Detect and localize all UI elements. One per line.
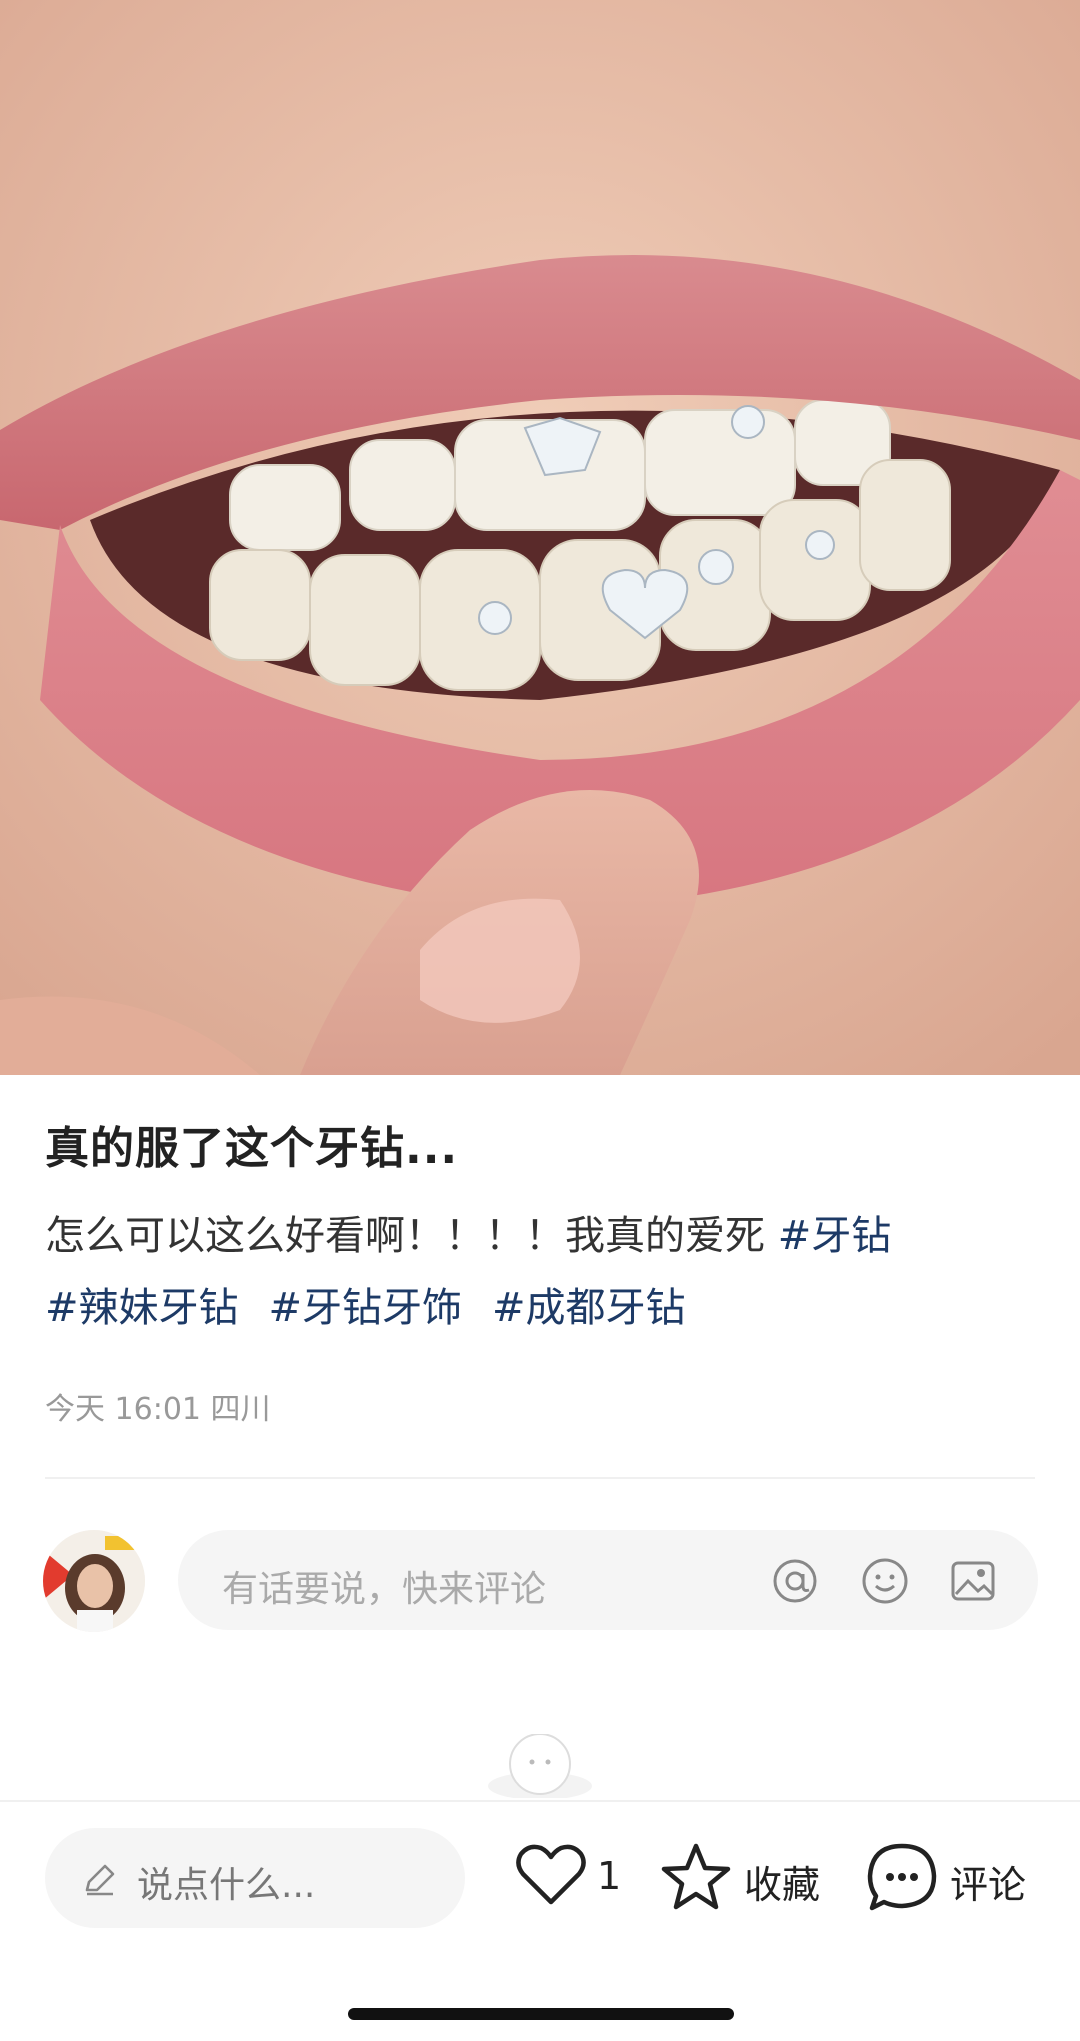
teeth-gem-photo (0, 0, 1080, 1075)
at-icon[interactable] (770, 1556, 820, 1606)
avatar-image (43, 1530, 145, 1632)
hashtag[interactable]: #成都牙钻 (492, 1285, 686, 1331)
bottom-action-bar: 说点什么... 1 收藏 评论 (0, 1800, 1080, 2041)
hashtag[interactable]: #辣妹牙钻 (45, 1285, 239, 1331)
comment-placeholder: 有话要说，快来评论 (222, 1569, 547, 1610)
loading-more-icon (488, 1734, 592, 1798)
divider (45, 1477, 1035, 1479)
hashtag[interactable]: #牙钻牙饰 (269, 1285, 463, 1331)
comment-label: 评论 (950, 1863, 1027, 1907)
like-count: 1 (597, 1854, 622, 1898)
image-icon[interactable] (948, 1556, 998, 1606)
post-image[interactable] (0, 0, 1080, 1075)
heart-icon (516, 1844, 586, 1905)
like-button[interactable]: 1 (515, 1842, 621, 1914)
say-something-input[interactable]: 说点什么... (45, 1828, 465, 1928)
say-placeholder: 说点什么... (137, 1865, 316, 1906)
hashtag[interactable]: #牙钻 (778, 1213, 892, 1259)
post-body-text: 怎么可以这么好看啊！！！！我真的爱死 (45, 1213, 765, 1259)
comment-bubble-icon (867, 1843, 937, 1911)
comment-button[interactable]: 评论 (866, 1842, 1046, 1914)
pencil-icon (85, 1864, 115, 1896)
comment-input[interactable]: 有话要说，快来评论 (178, 1530, 1038, 1630)
home-indicator[interactable] (348, 2008, 734, 2020)
collect-label: 收藏 (744, 1863, 821, 1907)
collect-button[interactable]: 收藏 (660, 1842, 830, 1914)
post-title: 真的服了这个牙钻... (45, 1123, 459, 1174)
post-body: 怎么可以这么好看啊！！！！我真的爱死 #牙钻 #辣妹牙钻 #牙钻牙饰 #成都牙钻 (45, 1200, 1045, 1344)
post-detail-page: 真的服了这个牙钻... 怎么可以这么好看啊！！！！我真的爱死 #牙钻 #辣妹牙钻… (0, 0, 1080, 2041)
post-meta: 今天 16:01 四川 (45, 1392, 271, 1427)
emoji-icon[interactable] (860, 1556, 910, 1606)
star-icon (661, 1843, 731, 1910)
avatar[interactable] (43, 1530, 145, 1632)
